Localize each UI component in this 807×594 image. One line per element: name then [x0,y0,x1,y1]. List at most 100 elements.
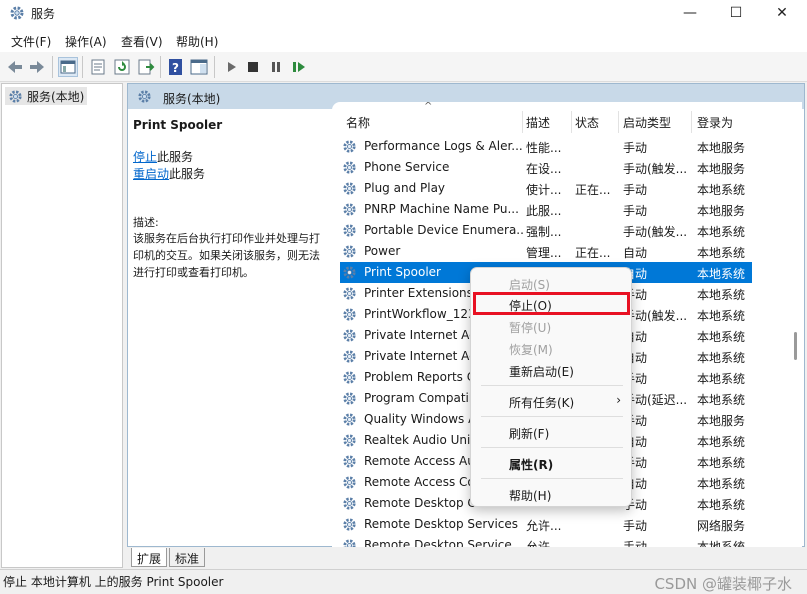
service-logon-cell: 本地系统 [697,330,746,344]
start-service-icon[interactable] [221,57,241,77]
menu-item-pause[interactable]: 暂停(U) [475,315,629,337]
menu-bar: 文件(F) 操作(A) 查看(V) 帮助(H) [0,28,807,52]
toolbar-separator [52,56,53,78]
service-logon-cell: 本地系统 [697,498,746,512]
selected-service-name: Print Spooler [133,118,223,132]
table-row[interactable]: Performance Logs & Aler... 性能... 手动 本地服务 [340,136,752,157]
service-gear-icon [342,265,357,283]
menu-separator [481,478,623,479]
description-pane: Print Spooler 停止此服务 重启动此服务 描述: 该服务在后台执行打… [133,117,329,537]
table-row[interactable]: Power 管理... 正在... 自动 本地系统 [340,241,752,262]
all-tasks-label: 所有任务(K) [509,396,575,410]
menu-action[interactable]: 操作(A) [65,33,107,50]
tab-standard[interactable]: 标准 [169,548,206,567]
menu-item-properties[interactable]: 属性(R) [475,452,629,474]
title-bar: 服务 — ☐ ✕ [0,0,807,28]
toolbar: ? [0,52,807,82]
tree-item-services-local[interactable]: 服务(本地) [5,87,88,105]
stop-suffix: 此服务 [157,150,194,164]
column-separator [691,111,692,133]
service-logon-cell: 本地系统 [697,372,746,386]
service-name-cell: Phone Service [364,160,450,174]
service-gear-icon [342,391,357,409]
pause-service-icon[interactable] [266,57,286,77]
maximize-button[interactable]: ☐ [713,0,759,28]
description-text: 该服务在后台执行打印作业并处理与打印机的交互。如果关闭该服务，则无法进行打印或查… [133,232,320,279]
service-startup-type-cell: 手动 [623,540,648,547]
service-logon-cell: 本地系统 [697,456,746,470]
action-pane-icon[interactable] [189,57,209,77]
column-header-description[interactable]: 描述 [526,114,550,131]
toolbar-separator [160,56,161,78]
service-gear-icon [342,244,357,262]
menu-view[interactable]: 查看(V) [121,33,163,50]
column-header-startup-type[interactable]: 启动类型 [623,114,671,131]
forward-arrow-icon[interactable] [27,57,47,77]
column-header-name[interactable]: 名称 [346,114,370,131]
column-header-status[interactable]: 状态 [575,114,599,131]
service-name-cell: Portable Device Enumera... [364,223,524,237]
service-gear-icon [342,223,357,241]
service-startup-type-cell: 自动 [623,351,648,365]
back-arrow-icon[interactable] [5,57,25,77]
stop-service-icon[interactable] [243,57,263,77]
menu-item-start[interactable]: 启动(S) [475,272,629,294]
properties-sheet-icon[interactable] [88,57,108,77]
service-startup-type-cell: 手动(触发... [623,225,688,239]
show-hide-console-tree-icon[interactable] [58,57,78,77]
service-startup-type-cell: 手动(触发... [623,162,688,176]
service-logon-cell: 本地系统 [697,309,746,323]
table-row[interactable]: Portable Device Enumera... 强制... 手动(触发... 本… [340,220,752,241]
service-description-cell: 性能... [526,141,562,155]
service-startup-type-cell: 手动 [623,204,648,218]
table-row[interactable]: PNRP Machine Name Pu... 此服... 手动 本地服务 [340,199,752,220]
service-logon-cell: 本地系统 [697,540,746,547]
column-header-log-on-as[interactable]: 登录为 [697,114,733,131]
service-logon-cell: 本地服务 [697,141,746,155]
stop-service-link[interactable]: 停止 [133,150,157,164]
table-row[interactable]: Plug and Play 使计... 正在... 手动 本地系统 [340,178,752,199]
menu-item-restart[interactable]: 重新启动(E) [475,359,629,381]
service-startup-type-cell: 手动 [623,498,648,512]
service-description-cell: 管理... [526,246,562,260]
menu-help[interactable]: 帮助(H) [176,33,218,50]
menu-item-help[interactable]: 帮助(H) [475,483,629,505]
stop-item-highlight-box [473,292,630,315]
services-gear-icon [9,90,22,103]
restart-service-link[interactable]: 重启动 [133,167,169,181]
column-separator [618,111,619,133]
export-list-icon[interactable] [136,57,156,77]
service-gear-icon [342,433,357,451]
menu-file[interactable]: 文件(F) [11,33,51,50]
restart-action: 重启动此服务 [133,166,329,183]
refresh-icon[interactable] [112,57,132,77]
sort-ascending-icon: ^ [424,102,433,112]
scrollbar-thumb[interactable] [794,332,797,360]
menu-item-resume[interactable]: 恢复(M) [475,337,629,359]
tab-extended[interactable]: 扩展 [131,548,168,567]
service-gear-icon [342,496,357,514]
service-logon-cell: 本地系统 [697,435,746,449]
menu-separator [481,416,623,417]
close-button[interactable]: ✕ [759,0,805,28]
service-startup-type-cell: 手动 [623,372,648,386]
panel-title: 服务(本地) [163,92,221,106]
service-gear-icon [342,412,357,430]
toolbar-separator [214,56,215,78]
restart-service-icon[interactable] [289,57,309,77]
service-name-cell: Plug and Play [364,181,446,195]
service-startup-type-cell: 自动 [623,246,648,260]
service-logon-cell: 本地系统 [697,288,746,302]
table-row[interactable]: Remote Desktop Services 允许... 手动 网络服务 [340,514,752,535]
menu-item-refresh[interactable]: 刷新(F) [475,421,629,443]
service-gear-icon [342,349,357,367]
vertical-scrollbar[interactable] [794,192,797,460]
minimize-button[interactable]: — [667,0,713,28]
service-logon-cell: 本地系统 [697,267,746,281]
services-panel: 服务(本地) Print Spooler 停止此服务 重启动此服务 描述: 该服… [127,83,805,547]
service-gear-icon [342,139,357,157]
table-row[interactable]: Phone Service 在设... 手动(触发... 本地服务 [340,157,752,178]
table-row[interactable]: Remote Desktop Service... 允许... 手动 本地系统 [340,535,752,547]
menu-item-all-tasks[interactable]: 所有任务(K) › [475,390,629,412]
help-icon[interactable]: ? [166,57,186,77]
